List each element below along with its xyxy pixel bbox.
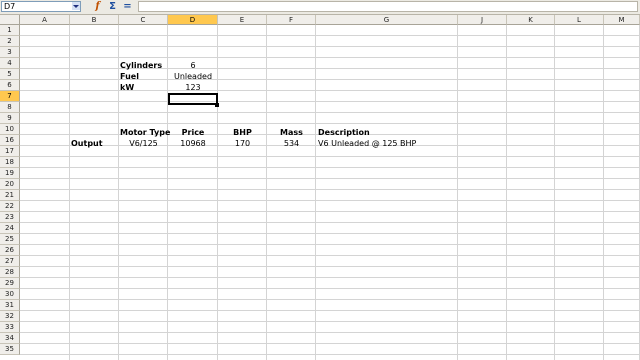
cell-C16[interactable]: V6/125 [119,138,168,149]
grid-hline [20,68,640,69]
column-header-B[interactable]: B [70,15,119,25]
formula-input[interactable] [138,1,638,12]
row-header-23[interactable]: 23 [0,212,20,223]
grid-hline [20,189,640,190]
grid-hline [20,244,640,245]
cell-E16[interactable]: 170 [218,138,267,149]
row-header-27[interactable]: 27 [0,256,20,267]
column-header-A[interactable]: A [20,15,70,25]
cell-E10[interactable]: BHP [218,127,267,138]
grid-hline [20,178,640,179]
row-header-9[interactable]: 9 [0,113,20,124]
column-header-E[interactable]: E [218,15,267,25]
name-box-dropdown-icon[interactable] [72,2,80,10]
grid-hline [20,112,640,113]
row-header-22[interactable]: 22 [0,201,20,212]
column-header-L[interactable]: L [555,15,604,25]
name-box-value: D7 [4,2,16,11]
row-header-1[interactable]: 1 [0,25,20,36]
row-header-5[interactable]: 5 [0,69,20,80]
grid-hline [20,101,640,102]
cell-F10[interactable]: Mass [267,127,316,138]
row-header-25[interactable]: 25 [0,234,20,245]
fill-handle[interactable] [215,103,219,107]
grid-hline [20,200,640,201]
grid-hline [20,321,640,322]
grid-hline [20,123,640,124]
grid-hline [20,233,640,234]
column-header-C[interactable]: C [119,15,168,25]
row-header-17[interactable]: 17 [0,146,20,157]
grid-hline [20,288,640,289]
row-header-34[interactable]: 34 [0,333,20,344]
cell-C6[interactable]: kW [120,82,134,93]
cell-D16[interactable]: 10968 [168,138,218,149]
column-header-K[interactable]: K [507,15,555,25]
formula-icon[interactable]: = [122,1,133,12]
grid-hline [20,57,640,58]
grid-hline [20,90,640,91]
cell-D5[interactable]: Unleaded [168,71,218,82]
row-header-19[interactable]: 19 [0,168,20,179]
grid-hline [20,332,640,333]
row-header-26[interactable]: 26 [0,245,20,256]
cell-B16[interactable]: Output [71,138,103,149]
row-header-33[interactable]: 33 [0,322,20,333]
select-all-corner[interactable] [0,15,20,25]
row-header-8[interactable]: 8 [0,102,20,113]
grid-hline [20,266,640,267]
cell-D4[interactable]: 6 [168,60,218,71]
row-header-31[interactable]: 31 [0,300,20,311]
row-header-29[interactable]: 29 [0,278,20,289]
cell-C4[interactable]: Cylinders [120,60,162,71]
grid-hline [20,255,640,256]
row-header-4[interactable]: 4 [0,58,20,69]
row-header-16[interactable]: 16 [0,135,20,146]
grid-hline [20,354,640,355]
cell-C10[interactable]: Motor Type [120,127,170,138]
row-header-21[interactable]: 21 [0,190,20,201]
grid-hline [20,167,640,168]
grid-hline [20,277,640,278]
row-header-20[interactable]: 20 [0,179,20,190]
grid-hline [20,79,640,80]
grid-hline [20,46,640,47]
row-header-7[interactable]: 7 [0,91,20,102]
row-header-18[interactable]: 18 [0,157,20,168]
row-header-28[interactable]: 28 [0,267,20,278]
row-header-24[interactable]: 24 [0,223,20,234]
active-cell-cursor[interactable] [168,93,218,105]
grid-hline [20,35,640,36]
cell-C5[interactable]: Fuel [120,71,139,82]
column-header-G[interactable]: G [316,15,458,25]
row-header-35[interactable]: 35 [0,344,20,355]
cell-G16[interactable]: V6 Unleaded @ 125 BHP [318,138,416,149]
grid-hline [20,222,640,223]
column-header-D[interactable]: D [168,15,218,25]
grid-hline [20,299,640,300]
column-header-F[interactable]: F [267,15,316,25]
cell-D10[interactable]: Price [168,127,218,138]
row-header-30[interactable]: 30 [0,289,20,300]
grid-hline [20,156,640,157]
column-header-J[interactable]: J [458,15,507,25]
row-header-3[interactable]: 3 [0,47,20,58]
row-header-6[interactable]: 6 [0,80,20,91]
name-box[interactable]: D7 [1,1,81,12]
grid-hline [20,211,640,212]
row-header-32[interactable]: 32 [0,311,20,322]
grid-hline [20,310,640,311]
cell-D6[interactable]: 123 [168,82,218,93]
function-wizard-icon[interactable]: f [92,1,103,12]
row-header-2[interactable]: 2 [0,36,20,47]
cell-G10[interactable]: Description [318,127,370,138]
row-header-10[interactable]: 10 [0,124,20,135]
grid-hline [20,343,640,344]
column-header-M[interactable]: M [604,15,640,25]
sum-icon[interactable]: Σ [107,1,118,12]
cell-F16[interactable]: 534 [267,138,316,149]
formula-bar: D7 f Σ = [0,0,640,15]
